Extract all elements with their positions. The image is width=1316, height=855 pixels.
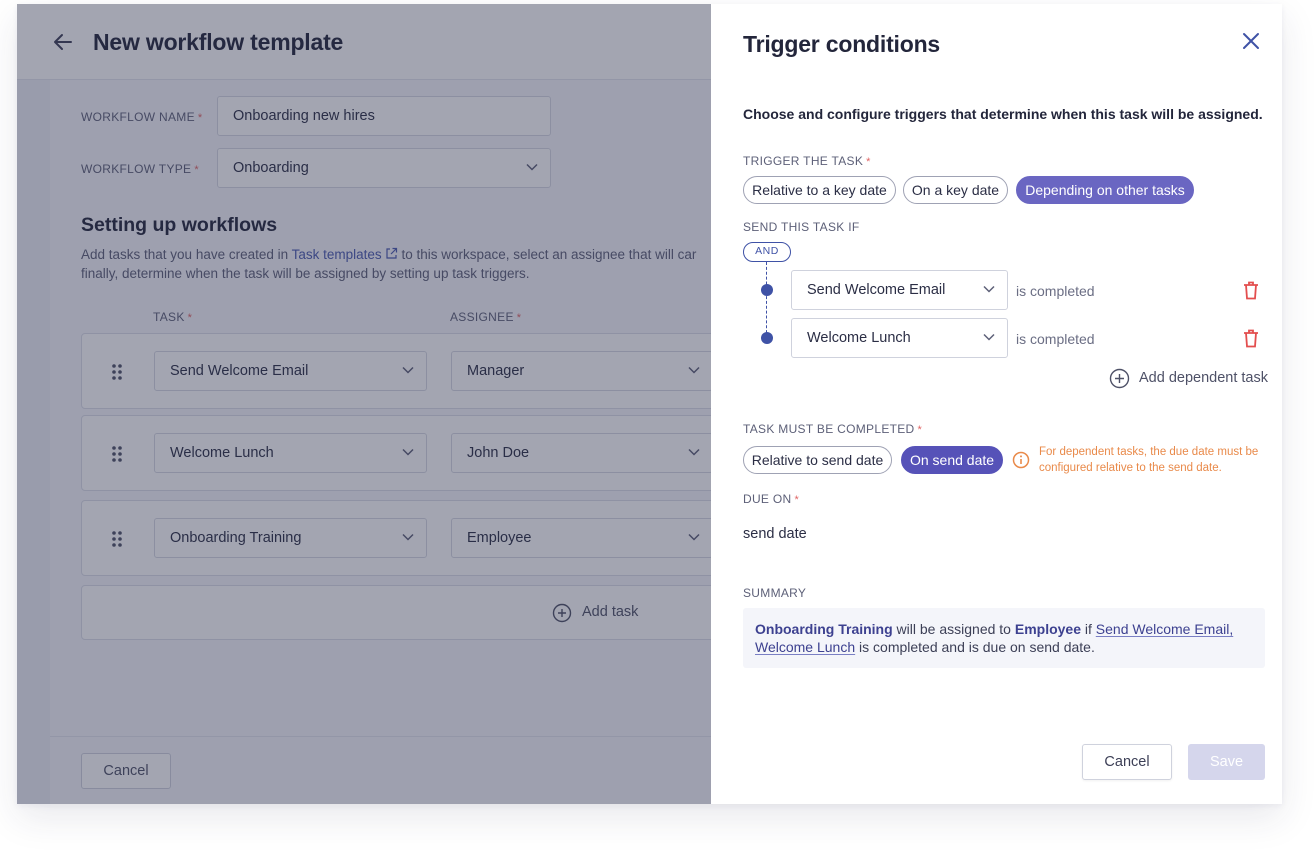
trigger-label: TRIGGER THE TASK *	[743, 154, 871, 168]
operator-badge[interactable]: AND	[743, 242, 791, 262]
trigger-option-on-key-date[interactable]: On a key date	[903, 176, 1008, 204]
drawer-title: Trigger conditions	[743, 31, 941, 57]
save-button[interactable]: Save	[1188, 744, 1265, 780]
condition-dot	[761, 284, 773, 296]
drawer-intro: Choose and configure triggers that deter…	[743, 106, 1263, 122]
summary-dependency-link[interactable]: Welcome Lunch	[755, 639, 855, 655]
app-frame: New workflow template WORKFLOW NAME * Onb…	[17, 4, 1282, 804]
condition-task-select[interactable]: Send Welcome Email	[791, 270, 1008, 310]
due-on-label: DUE ON *	[743, 492, 800, 506]
completed-option-relative[interactable]: Relative to send date	[743, 446, 892, 474]
background-page: New workflow template WORKFLOW NAME * Onb…	[17, 4, 721, 804]
close-icon[interactable]	[1241, 31, 1261, 51]
condition-status: is completed	[1016, 331, 1095, 347]
warning-text: For dependent tasks, the due date must b…	[1039, 446, 1259, 474]
summary-assignee: Employee	[1014, 621, 1081, 637]
summary-dependency-link[interactable]: Send Welcome Email,	[1096, 621, 1233, 637]
due-on-value: send date	[743, 526, 807, 542]
trigger-option-depending-on-tasks[interactable]: Depending on other tasks	[1016, 176, 1194, 204]
trigger-option-relative-key-date[interactable]: Relative to a key date	[743, 176, 896, 204]
condition-status: is completed	[1016, 283, 1095, 299]
condition-dot	[761, 332, 773, 344]
completed-option-on-send-date[interactable]: On send date	[901, 446, 1003, 474]
cancel-button[interactable]: Cancel	[1082, 744, 1172, 780]
summary-label: SUMMARY	[743, 586, 807, 600]
trigger-conditions-drawer: Trigger conditions Choose and configure …	[711, 4, 1282, 804]
plus-circle-icon	[1109, 368, 1130, 389]
chevron-down-icon	[983, 333, 995, 341]
condition-tree-line	[766, 262, 767, 338]
send-if-label: SEND THIS TASK IF	[743, 220, 860, 234]
summary-box: Onboarding Training will be assigned to …	[743, 608, 1265, 668]
add-dependent-task-label: Add dependent task	[1139, 370, 1268, 386]
condition-task-select[interactable]: Welcome Lunch	[791, 318, 1008, 358]
trash-icon[interactable]	[1243, 329, 1259, 348]
summary-task: Onboarding Training	[755, 621, 893, 637]
info-icon	[1012, 451, 1030, 469]
chevron-down-icon	[983, 285, 995, 293]
completed-label: TASK MUST BE COMPLETED *	[743, 422, 923, 436]
trash-icon[interactable]	[1243, 281, 1259, 300]
modal-overlay[interactable]	[17, 4, 711, 804]
